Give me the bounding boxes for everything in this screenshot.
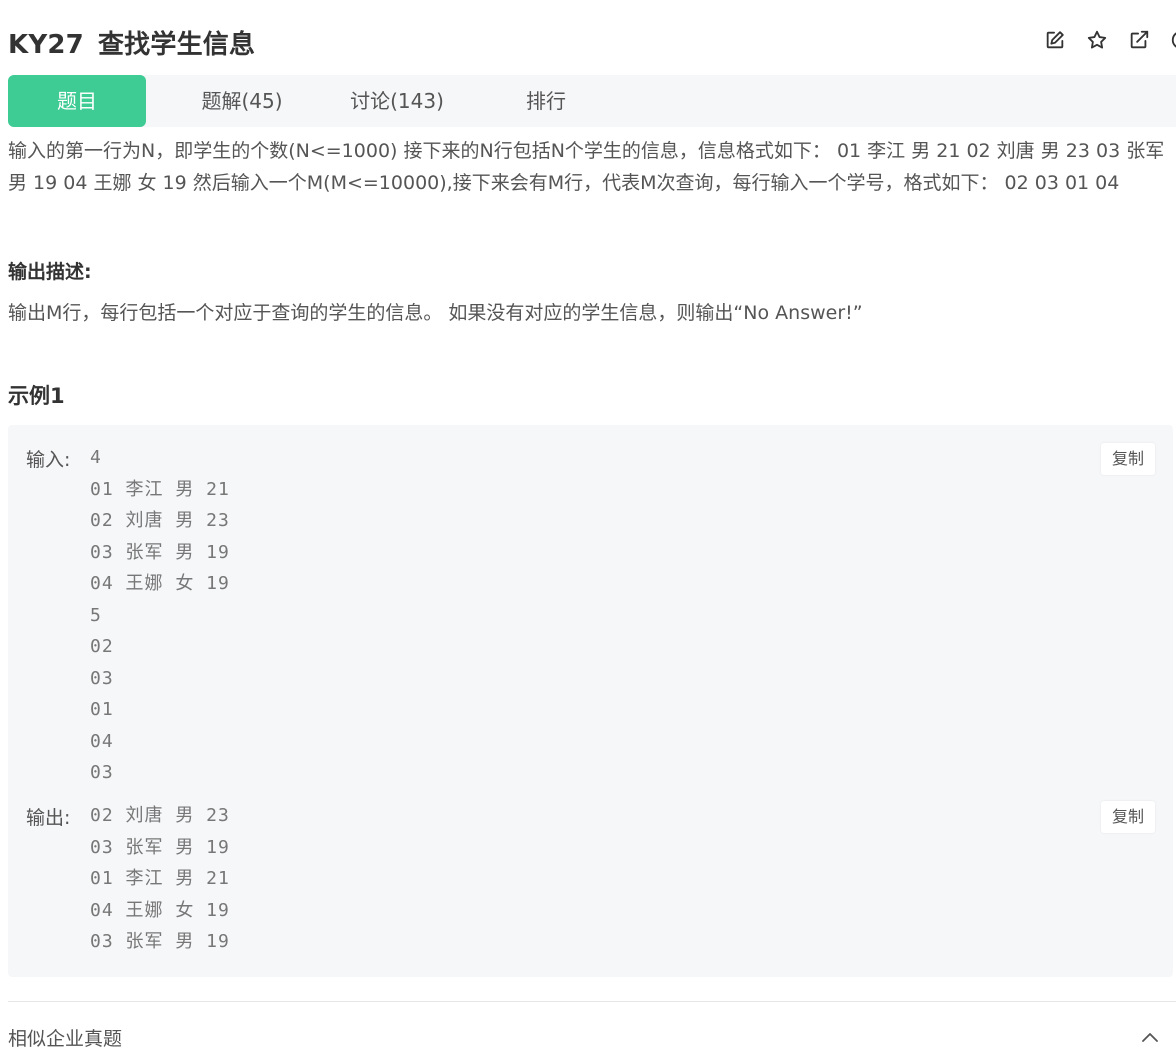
tab-ranking[interactable]: 排行 [516,75,576,127]
problem-title: 查找学生信息 [97,30,256,60]
input-line: 03 张军 男 19 [90,541,230,563]
output-heading: 输出描述: [8,261,92,283]
copy-input-button[interactable]: 复制 [1101,443,1155,475]
output-line: 03 张军 男 19 [90,836,230,858]
tab-bar: 题目 题解(45) 讨论(143) 排行 [8,75,1176,127]
input-line: 02 [90,636,114,657]
input-line: 01 李江 男 21 [90,478,230,500]
example-box: 输入: 4 01 李江 男 21 02 刘唐 男 23 03 张军 男 19 0… [8,425,1173,977]
tab-solutions[interactable]: 题解(45) [190,75,294,127]
problem-code: KY27 [8,30,84,60]
tab-problem[interactable]: 题目 [8,75,146,127]
example-title: 示例1 [8,384,65,408]
input-line: 04 [90,730,114,752]
input-line: 04 王娜 女 19 [90,573,230,594]
output-line: 03 张军 男 19 [90,931,230,952]
example-input[interactable]: 4 01 李江 男 21 02 刘唐 男 23 03 张军 男 19 04 王娜… [90,442,230,789]
similar-questions-header[interactable]: 相似企业真题 [8,1024,122,1051]
output-line: 01 李江 男 21 [90,868,230,889]
info-icon[interactable] [1170,29,1176,51]
output-label: 输出: [26,807,71,829]
external-link-icon[interactable] [1128,29,1150,51]
divider [8,1001,1176,1002]
input-line: 5 [90,604,102,626]
input-line: 01 [90,699,114,720]
chevron-up-icon[interactable] [1140,1030,1160,1044]
edit-icon[interactable] [1044,29,1066,51]
input-label: 输入: [26,449,71,471]
star-icon[interactable] [1086,29,1108,51]
input-description: 输入的第一行为N，即学生的个数(N<=1000) 接下来的N行包括N个学生的信息… [8,140,1165,194]
copy-output-button[interactable]: 复制 [1101,801,1155,833]
input-line: 03 [90,667,114,689]
page-title: KY27 查找学生信息 [8,24,255,61]
input-line: 03 [90,762,114,783]
input-line: 02 刘唐 男 23 [90,510,230,531]
problem-header: KY27 查找学生信息 [0,0,1176,75]
header-actions [1044,29,1176,51]
output-description: 输出M行，每行包括一个对应于查询的学生的信息。 如果没有对应的学生信息，则输出“… [8,302,863,324]
tab-discussion[interactable]: 讨论(143) [342,75,452,127]
output-line: 04 王娜 女 19 [90,899,230,921]
output-line: 02 刘唐 男 23 [90,805,230,826]
example-output[interactable]: 02 刘唐 男 23 03 张军 男 19 01 李江 男 21 04 王娜 女… [90,800,230,958]
input-line: 4 [90,447,102,468]
